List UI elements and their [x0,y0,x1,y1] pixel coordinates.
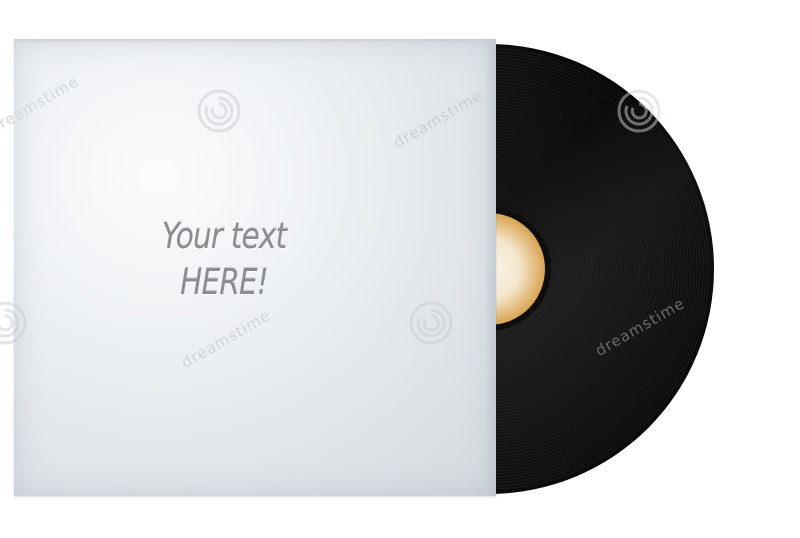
album-sleeve: Your text HERE! [14,39,496,496]
sleeve-placeholder-text: Your text HERE! [52,214,396,306]
sleeve-top-edge [14,39,496,43]
sleeve-text-line1: Your text [161,216,287,257]
sleeve-text-line2: HERE! [180,262,269,303]
album-scene: Your text HERE! dreamstime dreamstime dr… [0,0,800,538]
sleeve-right-edge [484,39,496,496]
